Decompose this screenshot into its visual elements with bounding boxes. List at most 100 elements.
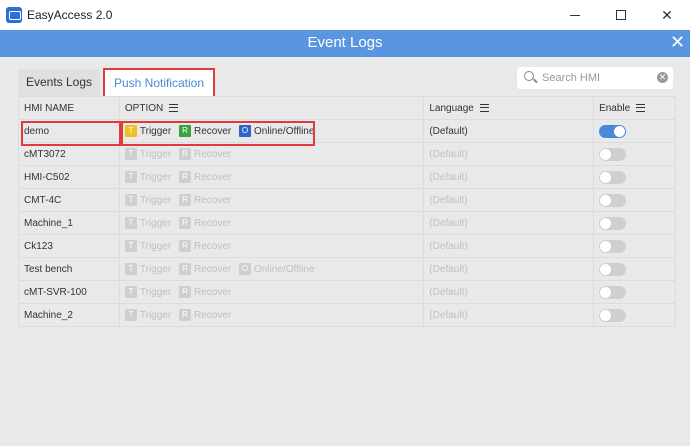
language-cell[interactable]: (Default) (423, 119, 595, 143)
maximize-button[interactable] (598, 0, 644, 30)
enable-toggle[interactable] (599, 193, 627, 207)
table-row[interactable]: Machine_1 T Trigger R Recover (Default) (18, 211, 676, 235)
trigger-badge[interactable]: T (124, 309, 137, 321)
enable-toggle[interactable] (599, 124, 627, 138)
search-icon (524, 71, 534, 81)
recover-label: Recover (193, 194, 232, 206)
hmi-name: Test bench (18, 257, 120, 281)
search-input[interactable] (542, 69, 652, 87)
trigger-label: Trigger (139, 217, 172, 229)
enable-cell (593, 280, 676, 304)
recover-label: Recover (193, 263, 232, 275)
language-cell[interactable]: (Default) (423, 211, 595, 235)
trigger-badge[interactable]: T (124, 263, 137, 275)
table-row[interactable]: Machine_2 T Trigger R Recover (Default) (18, 303, 676, 327)
column-hmi-name: HMI NAME (18, 96, 120, 120)
enable-toggle[interactable] (599, 170, 627, 184)
window-close-button[interactable]: ✕ (644, 0, 690, 30)
option-cell: T Trigger R Recover (118, 165, 425, 189)
language-cell[interactable]: (Default) (423, 257, 595, 281)
enable-toggle[interactable] (599, 239, 627, 253)
recover-badge[interactable]: R (178, 171, 191, 183)
enable-cell (593, 119, 676, 143)
recover-badge[interactable]: R (178, 240, 191, 252)
trigger-label: Trigger (139, 194, 172, 206)
recover-badge[interactable]: R (178, 148, 191, 160)
language-cell[interactable]: (Default) (423, 280, 595, 304)
trigger-label: Trigger (139, 286, 172, 298)
language-cell[interactable]: (Default) (423, 142, 595, 166)
trigger-badge[interactable]: T (124, 171, 137, 183)
hmi-name: CMT-4C (18, 188, 120, 212)
maximize-icon (616, 10, 626, 20)
trigger-label: Trigger (139, 263, 172, 275)
enable-menu-icon[interactable] (636, 103, 646, 112)
clear-search-icon[interactable]: ✕ (657, 72, 668, 83)
online-offline-badge[interactable]: O (239, 125, 252, 137)
tab-events-logs[interactable]: Events Logs (18, 69, 100, 96)
trigger-label: Trigger (139, 240, 172, 252)
option-cell: T Trigger R Recover O Online/Offline (118, 257, 425, 281)
recover-label: Recover (193, 240, 232, 252)
recover-label: Recover (193, 309, 232, 321)
enable-toggle[interactable] (599, 262, 627, 276)
dialog-title: Event Logs (307, 34, 383, 51)
language-cell[interactable]: (Default) (423, 234, 595, 258)
trigger-label: Trigger (139, 171, 172, 183)
online-offline-label: Online/Offline (254, 263, 315, 275)
enable-cell (593, 188, 676, 212)
recover-label: Recover (193, 217, 232, 229)
recover-badge[interactable]: R (178, 194, 191, 206)
table-row[interactable]: cMT-SVR-100 T Trigger R Recover (Default) (18, 280, 676, 304)
option-cell: T Trigger R Recover (118, 303, 425, 327)
title-bar: EasyAccess 2.0 ✕ (0, 0, 690, 30)
dialog-close-button[interactable]: ✕ (670, 32, 685, 52)
language-cell[interactable]: (Default) (423, 165, 595, 189)
recover-badge[interactable]: R (178, 125, 191, 137)
option-menu-icon[interactable] (169, 103, 179, 112)
table-row[interactable]: Ck123 T Trigger R Recover (Default) (18, 234, 676, 258)
table-row[interactable]: Test bench T Trigger R Recover O Online/Off… (18, 257, 676, 281)
trigger-badge[interactable]: T (124, 217, 137, 229)
table-row[interactable]: cMT3072 T Trigger R Recover (Default) (18, 142, 676, 166)
language-cell[interactable]: (Default) (423, 188, 595, 212)
trigger-badge[interactable]: T (124, 286, 137, 298)
table-row[interactable]: demo T Trigger R Recover O Online/Offline (… (18, 119, 676, 143)
minimize-icon (570, 15, 580, 16)
recover-label: Recover (193, 148, 232, 160)
hmi-name: Machine_1 (18, 211, 120, 235)
hmi-name: cMT-SVR-100 (18, 280, 120, 304)
hmi-table: HMI NAME OPTION Language Enable demo T Tr… (18, 96, 676, 327)
minimize-button[interactable] (552, 0, 598, 30)
close-icon: ✕ (661, 7, 673, 23)
table-row[interactable]: CMT-4C T Trigger R Recover (Default) (18, 188, 676, 212)
hmi-name: HMI-C502 (18, 165, 120, 189)
recover-label: Recover (193, 125, 232, 137)
enable-toggle[interactable] (599, 216, 627, 230)
language-menu-icon[interactable] (479, 103, 489, 112)
trigger-badge[interactable]: T (124, 194, 137, 206)
window-title: EasyAccess 2.0 (27, 8, 113, 22)
language-cell[interactable]: (Default) (423, 303, 595, 327)
option-cell: T Trigger R Recover (118, 211, 425, 235)
enable-toggle[interactable] (599, 308, 627, 322)
hmi-name: Ck123 (18, 234, 120, 258)
recover-badge[interactable]: R (178, 286, 191, 298)
column-enable: Enable (593, 96, 676, 120)
enable-toggle[interactable] (599, 285, 627, 299)
enable-toggle[interactable] (599, 147, 627, 161)
trigger-badge[interactable]: T (124, 240, 137, 252)
search-box[interactable]: ✕ (517, 67, 673, 89)
recover-badge[interactable]: R (178, 217, 191, 229)
trigger-label: Trigger (139, 148, 172, 160)
recover-badge[interactable]: R (178, 309, 191, 321)
option-cell: T Trigger R Recover (118, 234, 425, 258)
table-header-row: HMI NAME OPTION Language Enable (18, 96, 676, 120)
tab-push-notification[interactable]: Push Notification (103, 68, 215, 97)
content-area: Events Logs Push Notification ✕ HMI NAME… (0, 57, 690, 446)
trigger-badge[interactable]: T (124, 148, 137, 160)
table-row[interactable]: HMI-C502 T Trigger R Recover (Default) (18, 165, 676, 189)
recover-badge[interactable]: R (178, 263, 191, 275)
trigger-badge[interactable]: T (124, 125, 137, 137)
online-offline-badge[interactable]: O (239, 263, 252, 275)
